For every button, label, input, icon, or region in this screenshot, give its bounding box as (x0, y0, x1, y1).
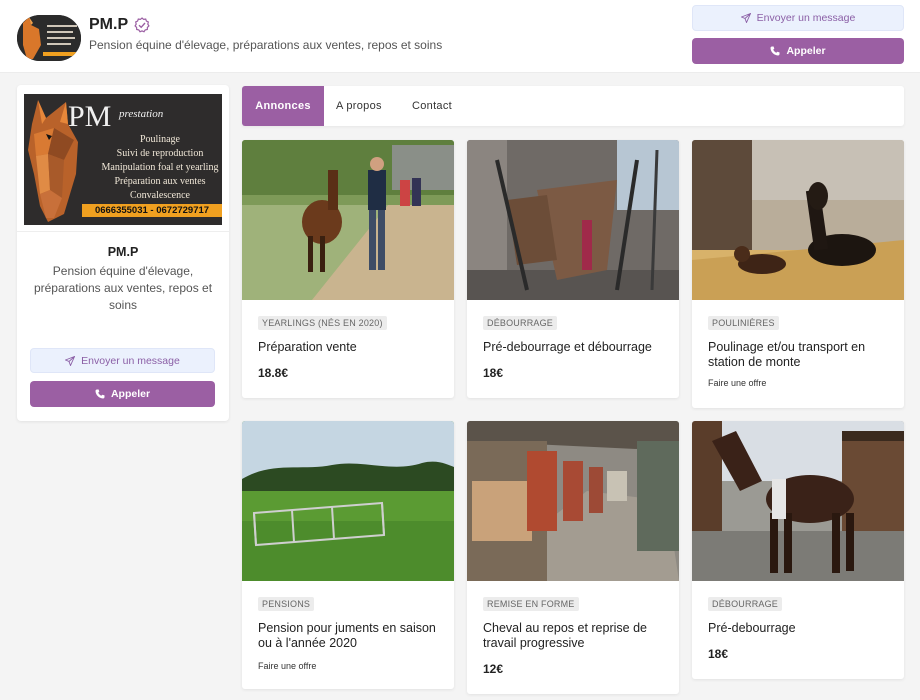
logo-phone-numbers: 0666355031 - 0672729717 (82, 204, 222, 217)
sidebar-call-label: Appeler (110, 388, 151, 400)
listing-photo (242, 140, 454, 300)
sidebar-send-message-label: Envoyer un message (81, 354, 180, 367)
listing-card[interactable]: PENSIONS Pension pour juments en saison … (242, 421, 454, 689)
listing-price: 18€ (483, 366, 504, 380)
send-message-button[interactable]: Envoyer un message (692, 5, 904, 31)
listing-card[interactable]: DÉBOURRAGE Pré-debourrage et débourrage … (467, 140, 679, 398)
listing-photo (692, 140, 904, 300)
brand-title: PM.P (89, 16, 129, 33)
brand-name: PM.P (89, 16, 150, 34)
listing-photo (692, 421, 904, 581)
listing-price: 18.8€ (258, 366, 289, 380)
listing-category-badge: DÉBOURRAGE (483, 316, 558, 330)
horse-logo-icon (17, 15, 81, 61)
sidebar-divider (17, 231, 229, 232)
company-logo: PM prestation Poulinage Suivi de reprodu… (24, 94, 222, 225)
listing-price: 12€ (483, 662, 504, 676)
profile-tabs: Annonces A propos Contact (242, 86, 904, 126)
logo-line: Préparation aux ventes (114, 176, 206, 187)
profile-avatar[interactable] (17, 15, 81, 61)
tab-annonces[interactable]: Annonces (242, 86, 324, 126)
profile-sidebar: PM prestation Poulinage Suivi de reprodu… (17, 85, 229, 421)
listing-category-badge: PENSIONS (258, 597, 315, 611)
logo-prestation-text: prestation (119, 108, 164, 120)
listing-title: Pré-debourrage et débourrage (483, 340, 652, 354)
listing-title: Poulinage et/ou transport en station de … (708, 340, 866, 369)
listing-title: Pré-debourrage (708, 621, 796, 635)
listing-title: Pension pour juments en saison ou à l'an… (258, 621, 436, 650)
sidebar-call-button[interactable]: Appeler (30, 381, 215, 407)
listing-category-badge: YEARLINGS (NÉS EN 2020) (258, 316, 387, 330)
listing-photo (467, 140, 679, 300)
listing-make-offer: Faire une offre (258, 661, 317, 671)
listing-image (242, 421, 454, 581)
listing-card[interactable]: YEARLINGS (NÉS EN 2020) Préparation vent… (242, 140, 454, 398)
tab-a-propos[interactable]: A propos (336, 86, 382, 126)
send-message-label: Envoyer un message (756, 12, 856, 24)
listing-image (467, 140, 679, 300)
listing-make-offer: Faire une offre (708, 378, 767, 388)
paper-plane-icon (65, 355, 76, 366)
listing-photo (467, 421, 679, 581)
logo-line: Poulinage (140, 134, 180, 145)
sidebar-company-description: Pension équine d'élevage, préparations a… (33, 264, 213, 312)
listing-image (467, 421, 679, 581)
logo-line: Convalescence (130, 190, 190, 201)
sidebar-company-name: PM.P (107, 245, 139, 259)
listing-card[interactable]: POULINIÈRES Poulinage et/ou transport en… (692, 140, 904, 408)
listing-card[interactable]: DÉBOURRAGE Pré-debourrage 18€ (692, 421, 904, 679)
listing-category-badge: REMISE EN FORME (483, 597, 579, 611)
listing-title: Préparation vente (258, 340, 357, 354)
logo-line: Suivi de reproduction (116, 148, 204, 159)
call-label: Appeler (786, 45, 826, 57)
brand-tagline: Pension équine d'élevage, préparations a… (89, 38, 443, 52)
call-button[interactable]: Appeler (692, 38, 904, 64)
sidebar-send-message-button[interactable]: Envoyer un message (30, 348, 215, 373)
listing-title: Cheval au repos et reprise de travail pr… (483, 621, 647, 650)
listing-image (242, 140, 454, 300)
paper-plane-icon (740, 13, 751, 23)
listing-image (692, 421, 904, 581)
phone-icon (95, 389, 105, 399)
page-header: PM.P Pension équine d'élevage, préparati… (0, 0, 920, 73)
listing-price: 18€ (708, 647, 729, 661)
listing-category-badge: POULINIÈRES (708, 316, 779, 330)
listing-category-badge: DÉBOURRAGE (708, 597, 783, 611)
tab-contact[interactable]: Contact (412, 86, 452, 126)
listing-card[interactable]: REMISE EN FORME Cheval au repos et repri… (467, 421, 679, 694)
phone-icon (770, 46, 780, 56)
logo-line: Manipulation foal et yearling (101, 162, 219, 173)
listing-photo (242, 421, 454, 581)
logo-pm-text: PM (68, 100, 112, 133)
listing-image (692, 140, 904, 300)
verified-badge-icon (134, 17, 150, 33)
